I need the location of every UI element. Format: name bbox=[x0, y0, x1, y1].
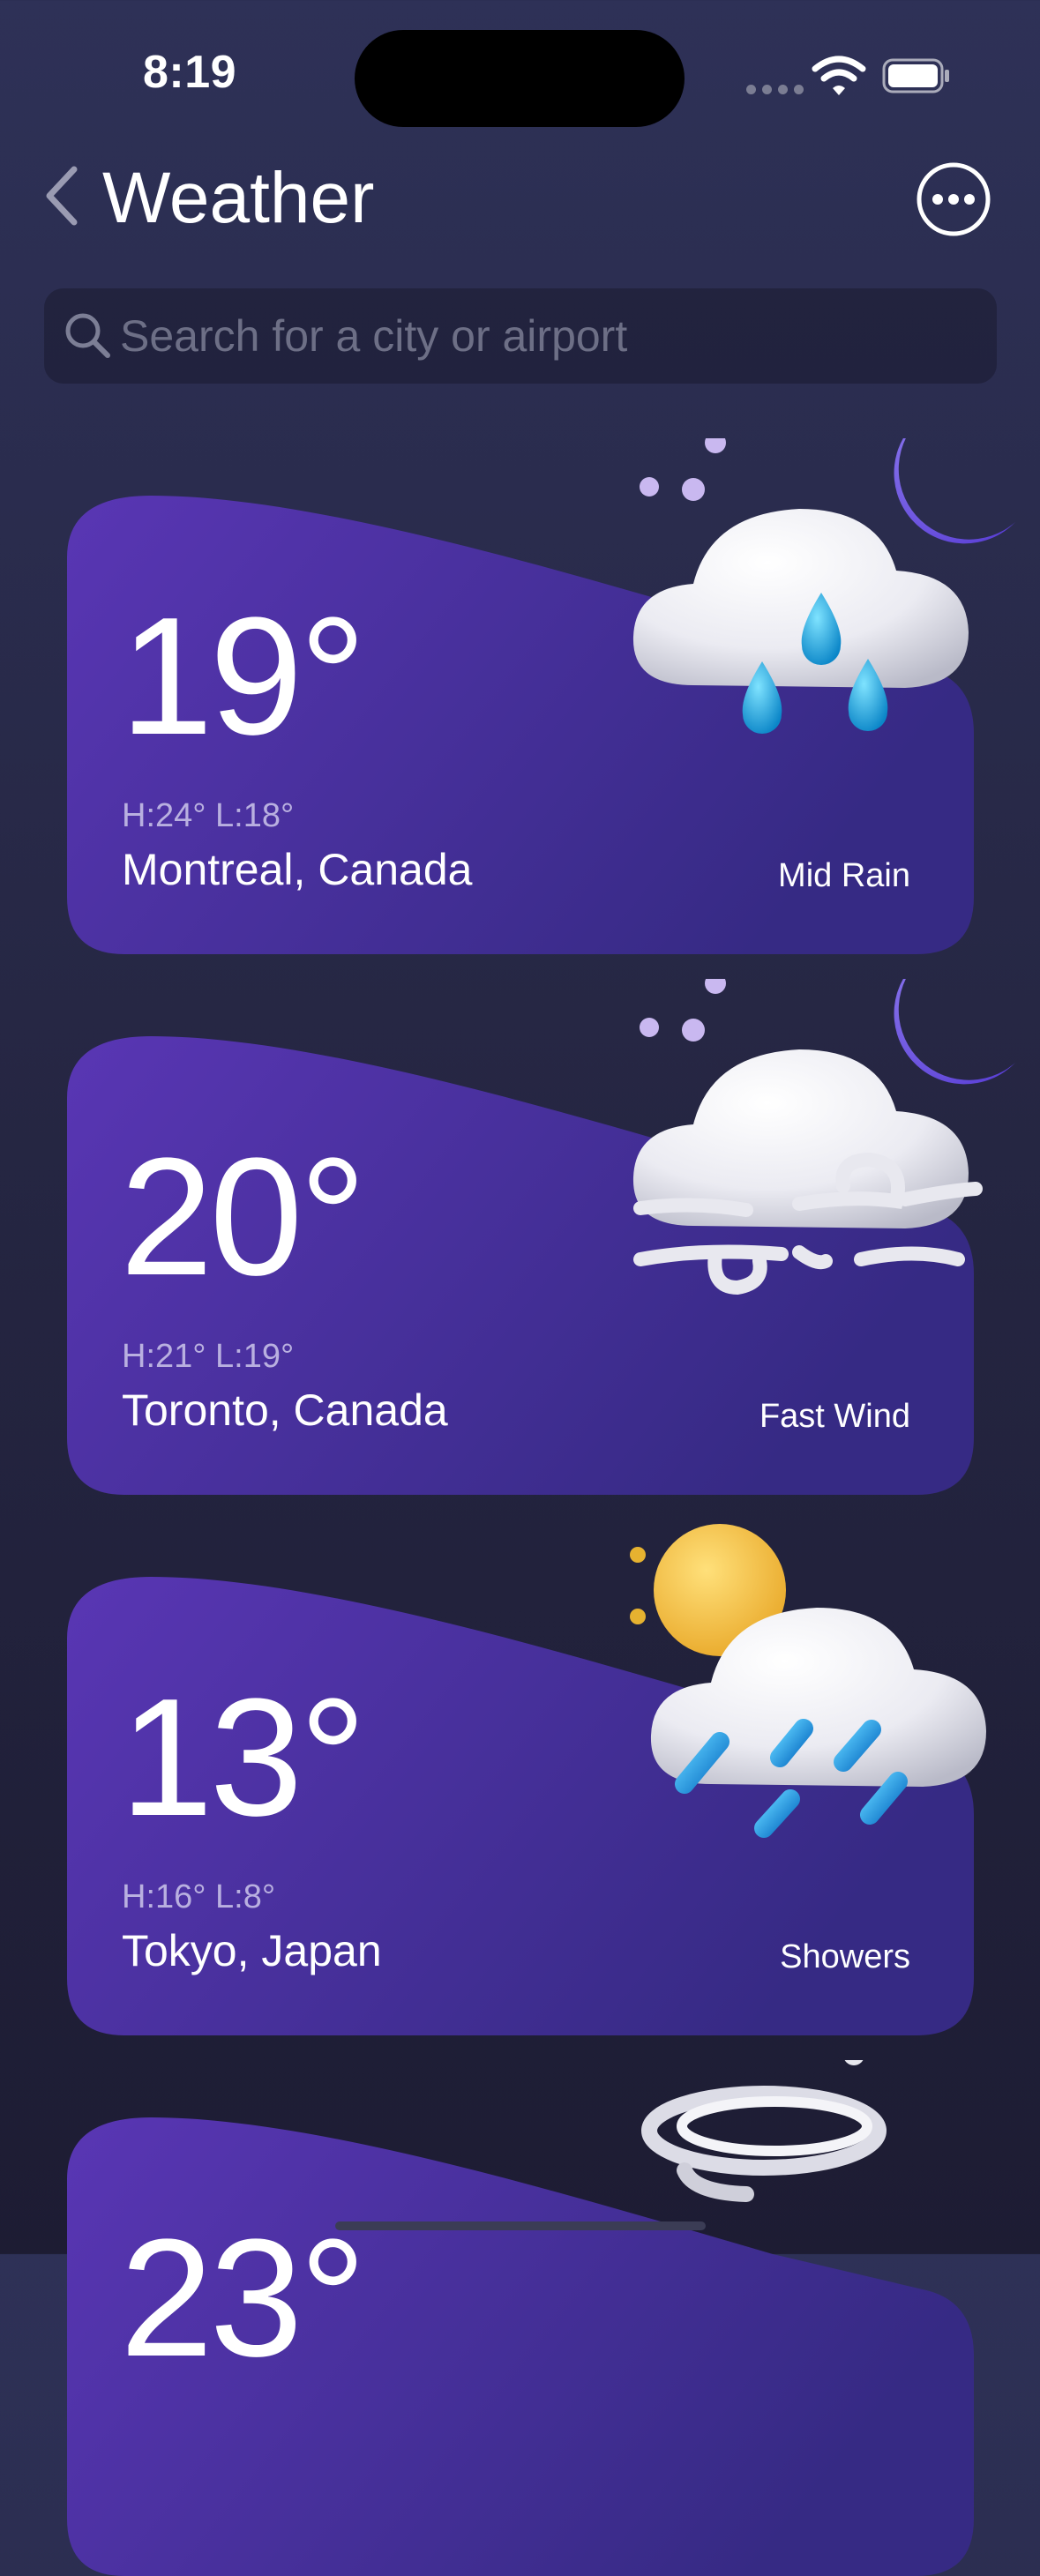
battery-icon bbox=[882, 58, 949, 93]
temperature: 20° bbox=[120, 1124, 366, 1310]
tornado-icon bbox=[641, 2060, 887, 2202]
status-time: 8:19 bbox=[143, 47, 237, 98]
back-chevron-icon[interactable] bbox=[42, 164, 81, 228]
city-card-toronto[interactable]: 20° H:21° L:19° Toronto, Canada Fast Win… bbox=[67, 979, 1015, 1495]
page-title: Weather bbox=[102, 158, 375, 238]
city-name: Toronto, Canada bbox=[122, 1385, 448, 1435]
temperature: 23° bbox=[120, 2205, 366, 2392]
dynamic-island bbox=[355, 30, 685, 127]
temperature: 19° bbox=[120, 583, 366, 770]
city-card-partial[interactable]: 23° bbox=[67, 2060, 974, 2576]
condition-label: Showers bbox=[780, 1938, 910, 1975]
search-input[interactable] bbox=[118, 304, 969, 368]
moon-cloud-rain-icon bbox=[632, 438, 1015, 734]
search-bar[interactable] bbox=[44, 288, 997, 384]
city-card-tokyo[interactable]: 13° H:16° L:8° Tokyo, Japan Showers bbox=[67, 1524, 986, 2035]
temperature: 13° bbox=[120, 1664, 366, 1851]
condition-label: Fast Wind bbox=[759, 1398, 910, 1435]
high-low: H:21° L:19° bbox=[122, 1338, 295, 1375]
city-name: Montreal, Canada bbox=[122, 845, 473, 894]
high-low: H:16° L:8° bbox=[122, 1878, 276, 1915]
sun-cloud-showers-icon bbox=[630, 1524, 986, 1838]
cellular-signal-icon bbox=[746, 83, 810, 99]
moon-cloud-wind-icon bbox=[632, 979, 1015, 1295]
city-card-montreal[interactable]: 19° H:24° L:18° Montreal, Canada Mid Rai… bbox=[67, 438, 1015, 954]
wifi-icon bbox=[812, 56, 866, 95]
search-icon bbox=[65, 313, 110, 358]
condition-label: Mid Rain bbox=[778, 857, 910, 894]
more-options-icon[interactable] bbox=[916, 161, 991, 237]
high-low: H:24° L:18° bbox=[122, 797, 295, 834]
city-name: Tokyo, Japan bbox=[122, 1926, 382, 1975]
home-indicator[interactable] bbox=[335, 2221, 706, 2230]
